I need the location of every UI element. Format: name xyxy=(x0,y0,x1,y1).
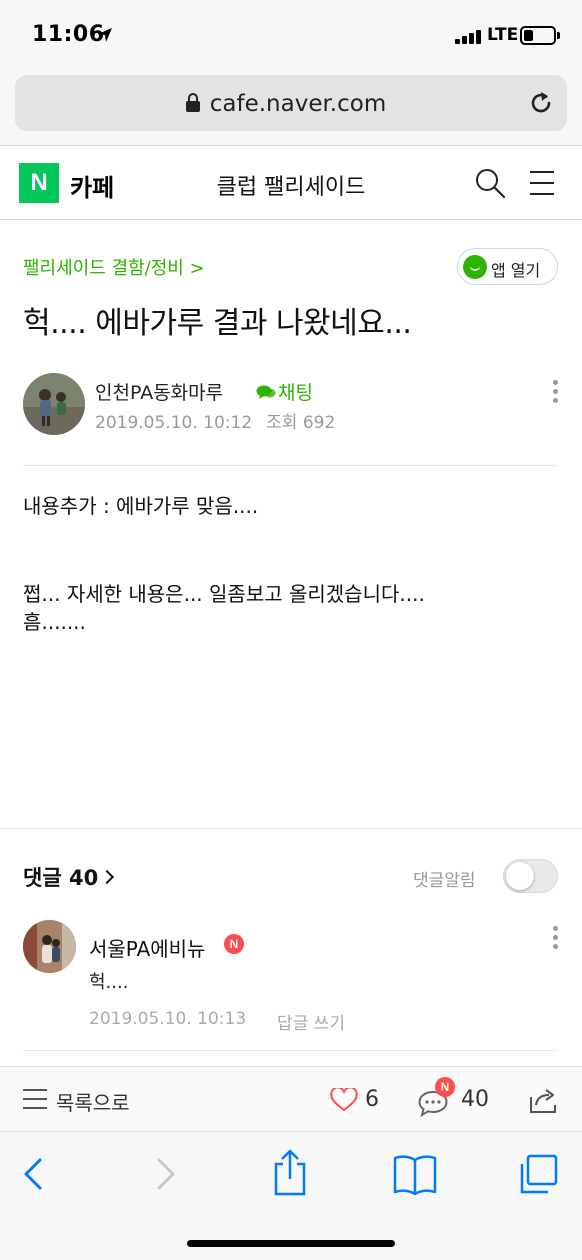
article-title: 헉.... 에바가루 결과 나왔네요... xyxy=(23,306,412,341)
comment-notify-label: 댓글알림 xyxy=(413,871,476,891)
browser-address-area: cafe.naver.com xyxy=(0,70,582,146)
bookmarks-icon[interactable] xyxy=(392,1152,438,1196)
new-badge: N xyxy=(224,934,244,954)
body-line: 내용추가 : 에바가루 맞음.... xyxy=(23,494,259,518)
location-arrow-icon xyxy=(98,28,112,42)
body-line: 쩝... 자세한 내용은... 일좀보고 올리겠습니다.... xyxy=(23,582,425,606)
comment-date: 2019.05.10. 10:13 xyxy=(89,1009,247,1029)
divider xyxy=(23,465,558,466)
status-time: 11:06 xyxy=(32,22,105,47)
comment-more-icon[interactable] xyxy=(553,926,559,952)
reload-icon[interactable] xyxy=(527,89,555,117)
board-link[interactable]: 팰리세이드 결함/정비 > xyxy=(23,254,205,280)
author-avatar[interactable] xyxy=(23,373,85,435)
home-indicator[interactable] xyxy=(187,1240,395,1247)
cafe-app-icon xyxy=(463,255,487,279)
body-line-blank xyxy=(23,520,558,580)
tabs-icon[interactable] xyxy=(516,1152,560,1196)
app-open-button[interactable]: 앱 열기 xyxy=(457,248,558,285)
comment-button[interactable]: N 40 xyxy=(415,1077,495,1121)
comment-count-label: 댓글 40 xyxy=(23,866,99,890)
signal-icon xyxy=(455,28,481,44)
search-icon[interactable] xyxy=(474,167,506,199)
author-name[interactable]: 인천PA동화마루 xyxy=(95,378,223,405)
heart-icon xyxy=(330,1088,358,1112)
status-bar: 11:06 LTE xyxy=(0,0,582,70)
body-line: 흠....... xyxy=(23,610,86,634)
list-label: 목록으로 xyxy=(56,1091,130,1115)
chat-bubble-icon xyxy=(256,385,276,399)
reply-button[interactable]: 답글 쓰기 xyxy=(277,1009,345,1034)
comment-author[interactable]: 서울PA에비뉴 xyxy=(89,933,205,962)
like-count: 6 xyxy=(365,1087,379,1112)
battery-icon xyxy=(520,26,556,45)
comment-new-badge: N xyxy=(435,1077,455,1097)
comment-count: 40 xyxy=(461,1087,489,1112)
view-count: 조회 692 xyxy=(266,413,336,433)
like-button[interactable]: 6 xyxy=(330,1085,390,1115)
article-body: 내용추가 : 에바가루 맞음.... 쩝... 자세한 내용은... 일좀보고 … xyxy=(23,492,558,636)
url-text[interactable]: cafe.naver.com xyxy=(15,91,567,117)
share-sheet-icon[interactable] xyxy=(268,1148,312,1196)
section-divider xyxy=(0,828,582,829)
chat-label: 채팅 xyxy=(278,382,313,404)
back-icon[interactable] xyxy=(12,1152,56,1196)
app-open-label: 앱 열기 xyxy=(491,261,541,280)
post-meta: 2019.05.10. 10:12 조회 692 xyxy=(95,408,335,433)
cafe-header: N 카페 클럽 팰리세이드 xyxy=(0,147,582,220)
chevron-right-icon xyxy=(100,869,115,885)
article-action-bar: 목록으로 6 N 40 xyxy=(0,1066,582,1132)
comments-header[interactable]: 댓글 40 xyxy=(23,862,115,892)
network-type: LTE xyxy=(487,25,519,45)
comment-notify-toggle[interactable] xyxy=(503,859,558,893)
menu-icon[interactable] xyxy=(528,169,556,197)
comment-text: 헉.... xyxy=(89,972,129,993)
share-icon[interactable] xyxy=(527,1085,559,1115)
post-date: 2019.05.10. 10:12 xyxy=(95,413,253,433)
battery-tip xyxy=(557,32,560,39)
chat-link[interactable]: 채팅 xyxy=(256,378,313,405)
forward-icon[interactable] xyxy=(143,1152,187,1196)
divider xyxy=(23,1050,558,1051)
list-icon xyxy=(23,1089,47,1111)
comment-avatar[interactable] xyxy=(23,920,76,973)
article-more-icon[interactable] xyxy=(553,380,559,406)
address-bar[interactable]: cafe.naver.com xyxy=(15,75,567,131)
